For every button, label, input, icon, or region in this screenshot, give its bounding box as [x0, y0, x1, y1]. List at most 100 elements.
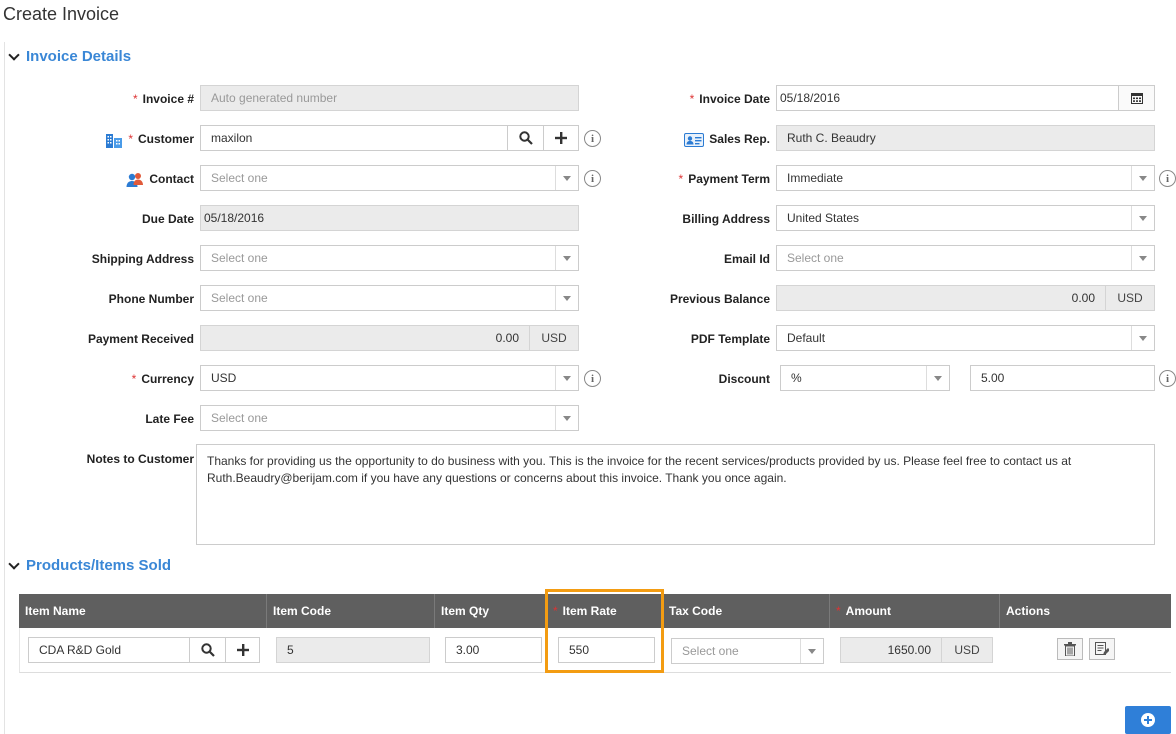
billing-address-label: Billing Address — [682, 212, 770, 226]
invoice-number-field[interactable]: Auto generated number — [200, 85, 579, 111]
late-fee-value: Select one — [211, 411, 268, 425]
payment-term-select[interactable]: Immediate — [776, 165, 1155, 191]
contact-select[interactable]: Select one — [200, 165, 579, 191]
contact-label: Contact — [126, 172, 194, 188]
chevron-down-icon — [563, 176, 571, 181]
email-id-value: Select one — [787, 251, 844, 265]
add-row-button[interactable] — [1125, 706, 1171, 734]
chevron-down-icon — [8, 48, 20, 61]
item-search-button[interactable] — [189, 637, 226, 663]
amount-field: 1650.00 — [840, 637, 942, 663]
item-add-button[interactable] — [225, 637, 260, 663]
customer-label: * Customer — [105, 132, 194, 148]
discount-type-value: % — [791, 371, 802, 385]
column-header-tax-code: Tax Code — [663, 594, 830, 628]
chevron-down-icon — [8, 557, 20, 570]
late-fee-select[interactable]: Select one — [200, 405, 579, 431]
column-header-amount: * Amount — [830, 594, 1000, 628]
products-table-header: Item Name Item Code Item Qty * Item Rate … — [19, 594, 1171, 628]
notes-textarea[interactable]: Thanks for providing us the opportunity … — [196, 444, 1155, 545]
customer-add-button[interactable] — [543, 125, 579, 151]
id-card-icon — [684, 132, 705, 147]
payment-received-label: Payment Received — [87, 332, 194, 346]
chevron-down-icon — [934, 376, 942, 381]
plus-icon — [555, 132, 567, 144]
due-date-field: 05/18/2016 — [200, 205, 579, 231]
payment-received-field: 0.00 — [200, 325, 530, 351]
discount-label: Discount — [718, 372, 770, 386]
add-circle-icon — [1141, 713, 1155, 727]
column-header-item-qty: Item Qty — [435, 594, 547, 628]
email-id-select[interactable]: Select one — [776, 245, 1155, 271]
column-header-item-rate: * Item Rate — [547, 594, 663, 628]
due-date-label: Due Date — [141, 212, 194, 226]
contact-info-icon[interactable]: i — [584, 170, 601, 187]
discount-info-icon[interactable]: i — [1159, 370, 1176, 387]
products-heading: Products/Items Sold — [26, 557, 172, 574]
search-icon — [200, 643, 215, 657]
sales-rep-label: Sales Rep. — [684, 132, 770, 147]
payment-term-value: Immediate — [787, 171, 844, 185]
chevron-down-icon — [563, 416, 571, 421]
discount-value-input[interactable]: 5.00 — [970, 365, 1155, 391]
sales-rep-field: Ruth C. Beaudry — [776, 125, 1155, 151]
chevron-down-icon — [1139, 176, 1147, 181]
search-icon — [518, 131, 533, 145]
invoice-details-heading: Invoice Details — [26, 48, 132, 65]
customer-input[interactable]: maxilon — [200, 125, 508, 151]
chevron-down-icon — [1139, 216, 1147, 221]
column-header-actions: Actions — [1006, 604, 1051, 618]
plus-icon — [236, 644, 249, 656]
column-header-item-code: Item Code — [267, 594, 435, 628]
phone-number-value: Select one — [211, 291, 268, 305]
page-title: Create Invoice — [3, 4, 120, 24]
discount-type-select[interactable]: % — [780, 365, 950, 391]
previous-balance-field: 0.00 — [776, 285, 1106, 311]
item-code-field: 5 — [276, 637, 430, 663]
edit-icon — [1095, 642, 1109, 655]
currency-info-icon[interactable]: i — [584, 370, 601, 387]
invoice-number-label: * Invoice # — [132, 92, 194, 106]
products-toggle[interactable]: Products/Items Sold — [8, 557, 172, 574]
currency-select[interactable]: USD — [200, 365, 579, 391]
chevron-down-icon — [563, 296, 571, 301]
item-rate-input[interactable]: 550 — [558, 637, 655, 663]
edit-row-button[interactable] — [1089, 638, 1115, 660]
phone-number-select[interactable]: Select one — [200, 285, 579, 311]
calendar-icon — [1130, 93, 1143, 104]
section-divider — [4, 42, 5, 734]
column-header-item-name: Item Name — [19, 594, 267, 628]
pdf-template-value: Default — [787, 331, 826, 345]
currency-value: USD — [211, 371, 237, 385]
item-name-input[interactable]: CDA R&D Gold — [28, 637, 190, 663]
invoice-details-toggle[interactable]: Invoice Details — [8, 48, 132, 65]
amount-currency: USD — [941, 637, 993, 663]
previous-balance-label: Previous Balance — [669, 292, 770, 306]
pdf-template-select[interactable]: Default — [776, 325, 1155, 351]
chevron-down-icon — [1139, 336, 1147, 341]
invoice-date-input[interactable]: 05/18/2016 — [776, 85, 1119, 111]
previous-balance-currency: USD — [1105, 285, 1155, 311]
contact-select-value: Select one — [211, 171, 268, 185]
customer-search-button[interactable] — [507, 125, 544, 151]
chevron-down-icon — [563, 376, 571, 381]
currency-label: * Currency — [131, 372, 194, 386]
tax-code-value: Select one — [682, 644, 739, 658]
tax-code-select[interactable]: Select one — [671, 638, 824, 664]
building-icon — [106, 134, 123, 148]
invoice-date-picker-button[interactable] — [1118, 85, 1155, 111]
shipping-address-select[interactable]: Select one — [200, 245, 579, 271]
customer-info-icon[interactable]: i — [584, 130, 601, 147]
invoice-date-label: * Invoice Date — [689, 92, 770, 106]
chevron-down-icon — [563, 256, 571, 261]
late-fee-label: Late Fee — [145, 412, 194, 426]
delete-row-button[interactable] — [1057, 638, 1083, 660]
payment-term-label: * Payment Term — [678, 172, 770, 186]
phone-number-label: Phone Number — [108, 292, 194, 306]
billing-address-select[interactable]: United States — [776, 205, 1155, 231]
email-id-label: Email Id — [723, 252, 770, 266]
pdf-template-label: PDF Template — [690, 332, 770, 346]
item-qty-input[interactable]: 3.00 — [445, 637, 542, 663]
notes-label: Notes to Customer — [86, 452, 194, 466]
payment-term-info-icon[interactable]: i — [1159, 170, 1176, 187]
